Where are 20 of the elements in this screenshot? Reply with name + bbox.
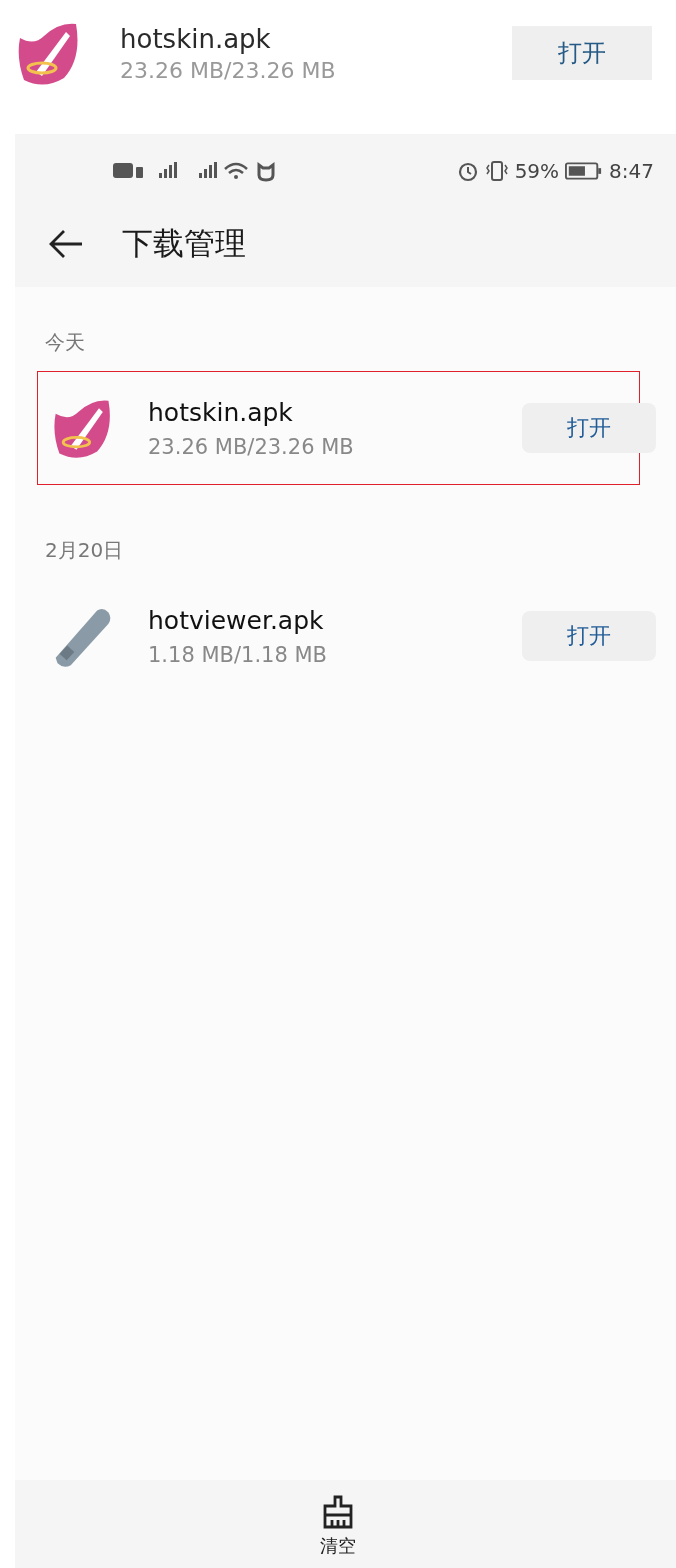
battery-icon: [565, 161, 604, 181]
vibrate-icon: [484, 160, 509, 182]
file-size: 23.26 MB/23.26 MB: [120, 57, 337, 83]
brush-icon: [322, 1494, 354, 1530]
open-button[interactable]: 打开: [522, 611, 656, 661]
section-date: 2月20日: [45, 537, 125, 564]
page-title: 下载管理: [122, 223, 246, 263]
alarm-icon: [456, 160, 479, 182]
section-date: 今天: [45, 329, 86, 356]
open-button[interactable]: 打开: [522, 403, 656, 453]
file-name: hotskin.apk: [120, 23, 272, 54]
file-name: hotviewer.apk: [148, 605, 325, 635]
back-arrow-icon[interactable]: [48, 227, 84, 260]
open-button[interactable]: 打开: [512, 26, 652, 80]
battery-percent: 59%: [514, 159, 560, 183]
file-name: hotskin.apk: [148, 397, 294, 427]
clear-button[interactable]: 清空: [314, 1480, 362, 1568]
file-size: 1.18 MB/1.18 MB: [148, 642, 328, 667]
file-size: 23.26 MB/23.26 MB: [148, 434, 355, 459]
clock-time: 8:47: [609, 159, 654, 183]
